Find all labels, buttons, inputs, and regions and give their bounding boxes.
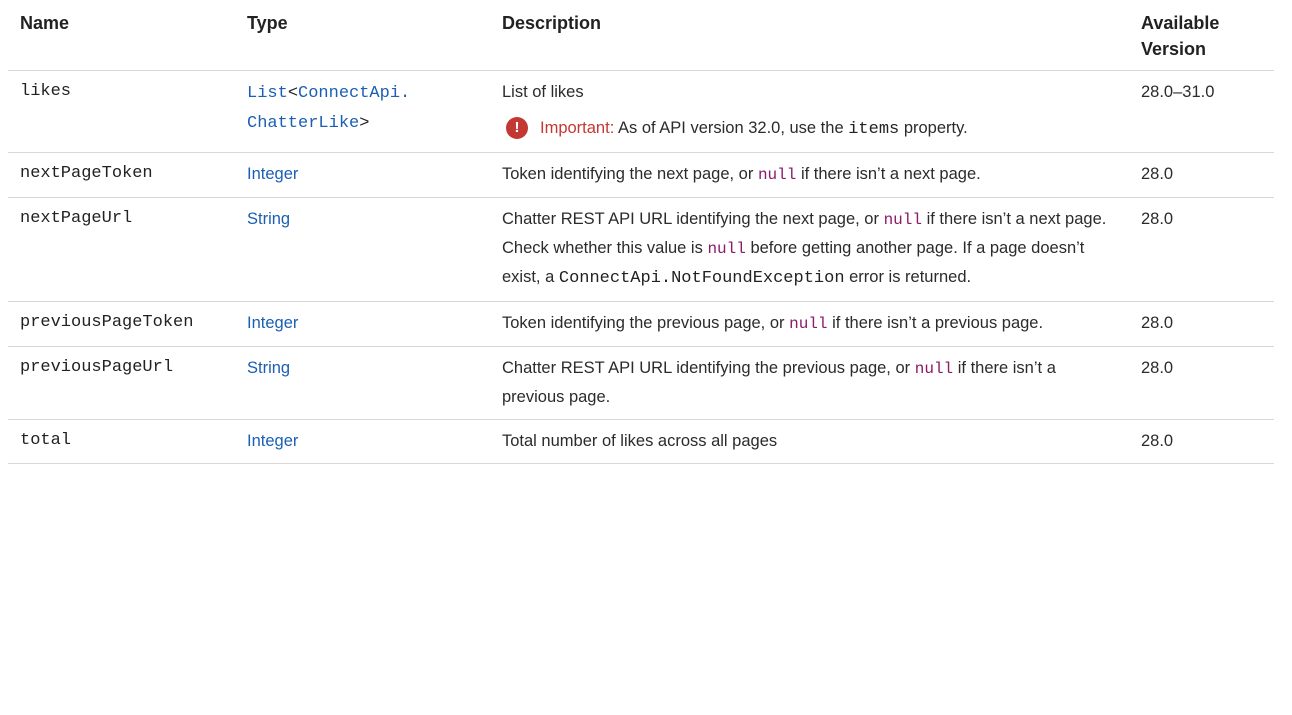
header-name: Name [8, 0, 235, 71]
property-description: Token identifying the next page, or null… [490, 152, 1129, 198]
property-version: 28.0 [1129, 346, 1274, 420]
type-link-string[interactable]: String [247, 210, 290, 228]
type-link-list[interactable]: List [247, 84, 288, 103]
null-code: null [883, 210, 922, 229]
properties-table: Name Type Description Available Version … [8, 0, 1274, 464]
important-text-after: property. [903, 118, 968, 137]
property-version: 28.0 [1129, 197, 1274, 302]
property-type: Integer [235, 301, 490, 347]
property-type: Integer [235, 152, 490, 198]
property-description: Chatter REST API URL identifying the nex… [490, 197, 1129, 302]
description-text: List of likes [502, 82, 584, 101]
property-name: nextPageToken [8, 152, 235, 198]
important-label: Important: [540, 118, 615, 137]
property-name: total [8, 419, 235, 464]
important-text-before: As of API version 32.0, use the [617, 118, 844, 137]
property-version: 28.0 [1129, 301, 1274, 347]
table-row: likes List<ConnectApi. ChatterLike> List… [8, 70, 1274, 153]
important-text: Important: As of API version 32.0, use t… [540, 114, 1117, 144]
property-version: 28.0 [1129, 419, 1274, 464]
property-name: previousPageUrl [8, 346, 235, 420]
header-description: Description [490, 0, 1129, 71]
table-header-row: Name Type Description Available Version [8, 0, 1274, 71]
null-code: null [914, 359, 954, 378]
null-code: null [757, 165, 797, 184]
table-row: previousPageUrl String Chatter REST API … [8, 346, 1274, 420]
property-name: likes [8, 70, 235, 153]
property-description: Token identifying the previous page, or … [490, 301, 1129, 347]
description-text: if there isn’t a previous page. [832, 313, 1044, 332]
exception-code: ConnectApi.NotFoundException [558, 268, 845, 288]
property-version: 28.0–31.0 [1129, 70, 1274, 153]
header-available-version: Available Version [1129, 0, 1274, 71]
type-link-string[interactable]: String [247, 359, 290, 377]
table-row: nextPageToken Integer Token identifying … [8, 152, 1274, 198]
description-text: Chatter REST API URL identifying the pre… [502, 358, 911, 377]
table-row: nextPageUrl String Chatter REST API URL … [8, 197, 1274, 302]
type-angle-open: < [287, 83, 299, 103]
type-angle-close: > [359, 113, 370, 133]
property-type: String [235, 197, 490, 302]
property-name: previousPageToken [8, 301, 235, 347]
type-link-connectapi[interactable]: ConnectApi. [298, 84, 410, 103]
description-text: if there isn’t a next page. [800, 164, 981, 183]
description-text: Token identifying the next page, or [502, 164, 754, 183]
property-description: Total number of likes across all pages [490, 419, 1129, 464]
property-version: 28.0 [1129, 152, 1274, 198]
description-text: Chatter REST API URL identifying the nex… [502, 209, 879, 228]
null-code: null [789, 314, 828, 333]
description-text: error is returned. [849, 267, 972, 286]
property-type: List<ConnectApi. ChatterLike> [235, 70, 490, 153]
type-link-chatterlike[interactable]: ChatterLike [247, 114, 359, 133]
type-link-integer[interactable]: Integer [247, 314, 298, 332]
important-note: ! Important: As of API version 32.0, use… [502, 114, 1117, 144]
description-text: Token identifying the previous page, or [502, 313, 785, 332]
header-type: Type [235, 0, 490, 71]
type-link-integer[interactable]: Integer [247, 165, 298, 183]
null-code: null [707, 239, 746, 258]
property-name: nextPageUrl [8, 197, 235, 302]
property-description: Chatter REST API URL identifying the pre… [490, 346, 1129, 420]
property-type: Integer [235, 419, 490, 464]
exclamation-circle-icon: ! [506, 116, 528, 139]
property-type: String [235, 346, 490, 420]
property-description: List of likes ! Important: As of API ver… [490, 70, 1129, 153]
table-row: total Integer Total number of likes acro… [8, 419, 1274, 464]
type-link-integer[interactable]: Integer [247, 432, 298, 450]
table-row: previousPageToken Integer Token identify… [8, 301, 1274, 347]
important-code: items [848, 119, 900, 139]
